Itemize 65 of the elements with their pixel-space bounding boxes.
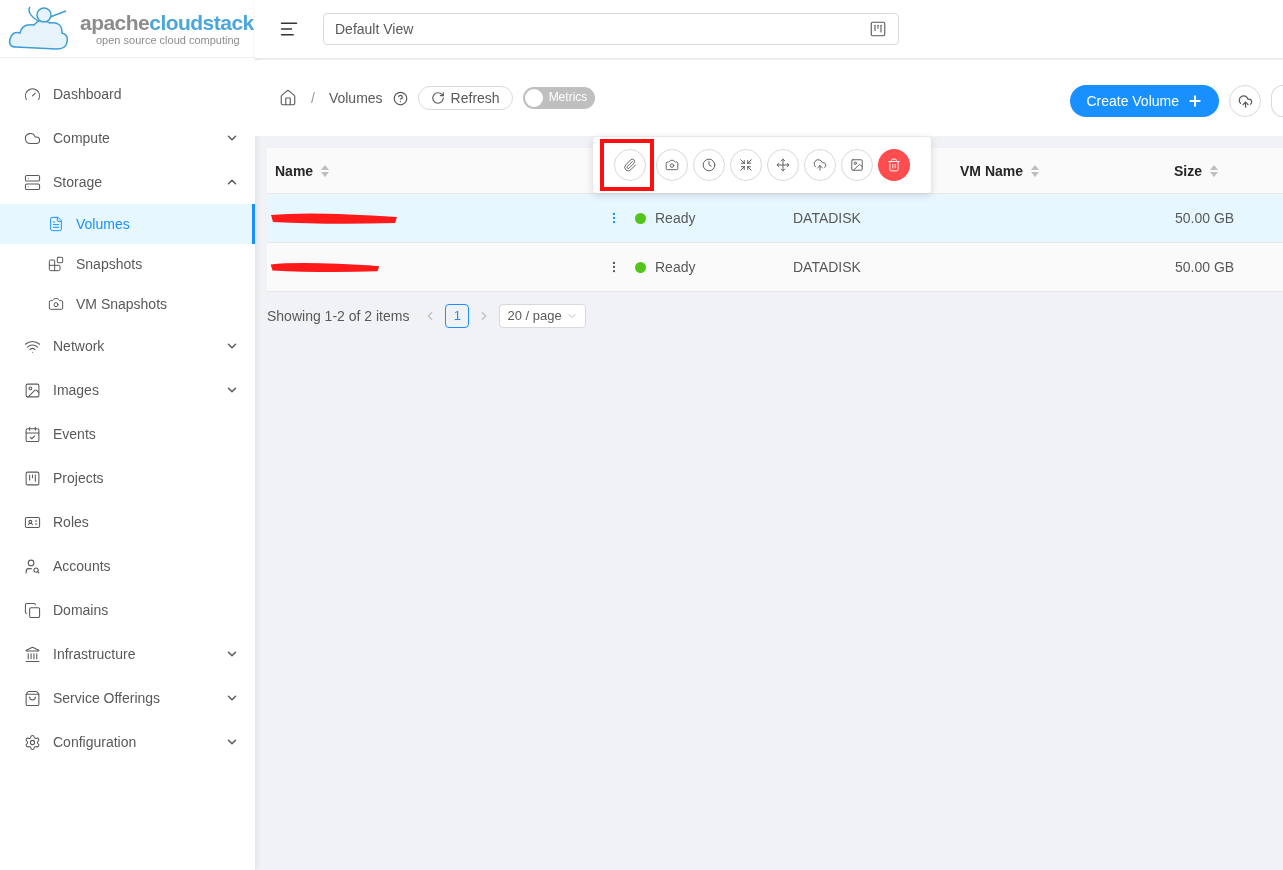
- table-cell-text: 50.00 GB: [1175, 209, 1235, 228]
- sidebar-item[interactable]: Projects: [0, 458, 255, 498]
- menu-icon[interactable]: [279, 19, 299, 39]
- help-icon[interactable]: [392, 90, 408, 106]
- sort-icon[interactable]: [321, 164, 330, 177]
- sidebar-item[interactable]: Domains: [0, 590, 255, 630]
- breadcrumb-separator: /: [310, 89, 316, 108]
- copy-icon: [24, 601, 41, 619]
- home-icon[interactable]: [279, 89, 297, 107]
- sidebar-item[interactable]: Storage: [0, 162, 255, 202]
- sidebar-item[interactable]: Events: [0, 414, 255, 454]
- move-icon: [776, 158, 790, 172]
- table-row[interactable]: Ready DATADISK 50.00 GB: [267, 243, 1283, 292]
- table-cell-text: 50.00 GB: [1175, 258, 1235, 277]
- bank-icon: [24, 645, 41, 663]
- bag-icon: [24, 689, 41, 707]
- board-icon: [869, 20, 887, 38]
- status-text: Ready: [655, 209, 696, 228]
- sidebar-subitem[interactable]: Snapshots: [0, 244, 255, 284]
- sort-icon[interactable]: [1210, 164, 1218, 177]
- sort-icon[interactable]: [1031, 164, 1040, 177]
- sidebar-item[interactable]: Infrastructure: [0, 634, 255, 674]
- sidebar-item[interactable]: Roles: [0, 502, 255, 542]
- clock-icon: [702, 158, 716, 172]
- pagination-summary: Showing 1-2 of 2 items: [267, 307, 410, 326]
- user-icon: [24, 557, 41, 575]
- sidebar-subitem[interactable]: VM Snapshots: [0, 284, 255, 324]
- cloud-upload-icon: [813, 158, 827, 172]
- logo-wordmark: apachecloudstack: [80, 11, 254, 33]
- column-header[interactable]: VM Name: [952, 160, 1166, 181]
- gauge-icon: [24, 85, 41, 103]
- sidebar-item[interactable]: Images: [0, 370, 255, 410]
- page-size-select[interactable]: 20 / page: [499, 304, 586, 328]
- calendar-icon: [24, 425, 41, 443]
- cloud-upload-icon: [1237, 93, 1253, 109]
- server-icon: [24, 173, 41, 191]
- view-select[interactable]: Default View: [323, 13, 899, 45]
- sidebar-item[interactable]: Configuration: [0, 722, 255, 762]
- table-cell-text: DATADISK: [793, 258, 862, 277]
- image-icon: [24, 381, 41, 399]
- board-icon: [24, 469, 41, 487]
- trash-icon: [887, 158, 901, 172]
- shrink-icon: [739, 158, 753, 172]
- plus-icon: [1187, 93, 1203, 109]
- document-icon: [48, 216, 64, 232]
- sidebar-item[interactable]: Network: [0, 326, 255, 366]
- sidebar-item[interactable]: Service Offerings: [0, 678, 255, 718]
- sidebar-item[interactable]: Compute: [0, 118, 255, 158]
- refresh-icon: [430, 91, 445, 105]
- sidebar-item[interactable]: Dashboard: [0, 74, 255, 114]
- paperclip-icon: [623, 158, 637, 172]
- table-row[interactable]: Ready DATADISK 50.00 GB: [267, 194, 1283, 243]
- settings-icon: [24, 733, 41, 751]
- blocks-icon: [48, 256, 64, 272]
- logo-tagline: open source cloud computing: [96, 34, 241, 46]
- action-button[interactable]: [878, 149, 910, 181]
- status-text: Ready: [655, 258, 696, 277]
- camera-icon: [665, 158, 679, 172]
- camera-icon: [48, 296, 64, 312]
- breadcrumb-item[interactable]: Volumes: [328, 88, 383, 108]
- image-icon: [850, 158, 864, 172]
- column-header[interactable]: Size: [1166, 160, 1218, 181]
- column-header[interactable]: Name: [267, 160, 792, 181]
- sidebar-item[interactable]: Accounts: [0, 546, 255, 586]
- table-cell-text: DATADISK: [793, 209, 862, 228]
